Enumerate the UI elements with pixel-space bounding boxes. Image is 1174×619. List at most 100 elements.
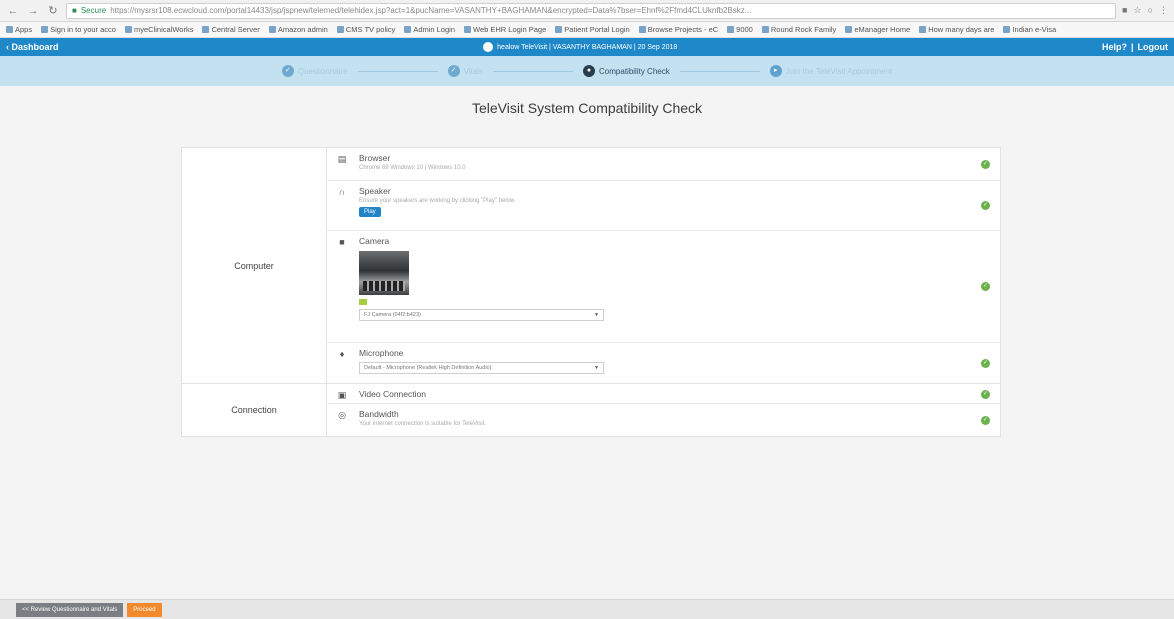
item-title: Bandwidth bbox=[359, 409, 399, 419]
dashboard-link[interactable]: ‹ Dashboard bbox=[6, 42, 59, 52]
reload-icon[interactable]: ↻ bbox=[46, 4, 60, 18]
step-label: Questionnaire bbox=[297, 66, 348, 76]
header-separator: | bbox=[1130, 42, 1134, 52]
bookmark-icon bbox=[202, 26, 210, 33]
bookmark-icon bbox=[268, 26, 276, 33]
menu-icon[interactable]: ⋮ bbox=[1159, 5, 1168, 16]
check-video-connection: ▣ Video Connection ✓ bbox=[327, 384, 1000, 404]
microphone-selected-value: Default - Microphone (Realtek High Defin… bbox=[364, 365, 492, 372]
bookmark-item[interactable]: Round Rock Family bbox=[761, 25, 836, 34]
bookmark-item[interactable]: Admin Login bbox=[404, 25, 455, 34]
bookmark-item[interactable]: Amazon admin bbox=[268, 25, 328, 34]
camera-icon: ■ bbox=[339, 236, 345, 247]
check-bandwidth: ◎ Bandwidth Your internet connection is … bbox=[327, 404, 1000, 436]
bookmark-icon bbox=[555, 26, 563, 33]
address-bar[interactable]: ■ Secure https://mysrsr108.ecwcloud.com/… bbox=[66, 2, 1117, 19]
microphone-select[interactable]: Default - Microphone (Realtek High Defin… bbox=[359, 362, 604, 375]
item-subtitle: Chrome 69 Windows 10 | Windows 10.0 bbox=[359, 165, 466, 171]
bookmarks-bar: Apps Sign in to your acco myeClinicalWor… bbox=[0, 22, 1174, 38]
microphone-icon: ♦ bbox=[339, 349, 345, 360]
bookmark-item[interactable]: Patient Portal Login bbox=[555, 25, 630, 34]
step-connector bbox=[493, 70, 574, 72]
check-speaker: ∩ Speaker Ensure your speakers are worki… bbox=[327, 181, 1000, 231]
bookmark-icon bbox=[727, 26, 735, 33]
visit-info: healow TeleVisit | VASANTHY BAGHAMAN | 2… bbox=[483, 42, 677, 52]
bandwidth-icon: ◎ bbox=[338, 410, 346, 420]
computer-group: Computer ▤ Browser Chrome 69 Windows 10 … bbox=[182, 148, 1000, 384]
bookmark-icon bbox=[336, 26, 344, 33]
bookmark-item[interactable]: 9000 bbox=[727, 25, 753, 34]
bookmark-icon bbox=[761, 26, 769, 33]
item-subtitle: Ensure your speakers are working by clic… bbox=[359, 197, 516, 204]
group-label-computer: Computer bbox=[182, 148, 327, 383]
bookmark-item[interactable]: CMS TV policy bbox=[336, 25, 395, 34]
bookmark-item[interactable]: Web EHR Login Page bbox=[464, 25, 546, 34]
bookmark-item[interactable]: Central Server bbox=[202, 25, 260, 34]
proceed-button[interactable]: Proceed bbox=[127, 602, 162, 617]
bookmark-icon bbox=[464, 26, 472, 33]
item-title: Video Connection bbox=[359, 389, 426, 399]
review-button[interactable]: << Review Questionnaire and Vitals bbox=[16, 602, 124, 617]
camera-preview bbox=[359, 250, 409, 295]
check-camera: ■ Camera FJ Camera (04f2:b423) ▼ ✓ bbox=[327, 231, 1000, 344]
step-label: Join the TeleVisit Appointment bbox=[785, 66, 893, 76]
dropdown-arrow-icon: ▼ bbox=[594, 311, 599, 318]
video-icon: ▸ bbox=[769, 65, 782, 77]
bookmark-item[interactable]: Apps bbox=[6, 25, 32, 34]
check-icon: ✓ bbox=[281, 65, 294, 77]
forward-arrow-icon[interactable]: → bbox=[26, 4, 40, 18]
step-compatibility-check[interactable]: ● Compatibility Check bbox=[583, 65, 670, 77]
lock-icon: ■ bbox=[72, 6, 77, 15]
bookmark-item[interactable]: Indian e-Visa bbox=[1003, 25, 1056, 34]
bookmark-item[interactable]: eManager Home bbox=[845, 25, 910, 34]
bookmark-item[interactable]: Sign in to your acco bbox=[41, 25, 116, 34]
browser-icon: ▤ bbox=[337, 154, 347, 164]
app-header: ‹ Dashboard healow TeleVisit | VASANTHY … bbox=[0, 38, 1174, 56]
visit-info-text: healow TeleVisit | VASANTHY BAGHAMAN | 2… bbox=[497, 43, 678, 51]
check-ok-icon: ✓ bbox=[981, 389, 990, 399]
check-icon: ✓ bbox=[447, 65, 460, 77]
back-arrow-icon[interactable]: ← bbox=[6, 4, 20, 18]
bookmark-item[interactable]: Browse Projects - eC bbox=[638, 25, 718, 34]
item-subtitle: Your internet connection is suitable for… bbox=[359, 421, 486, 427]
bookmark-icon bbox=[845, 26, 853, 33]
item-title: Microphone bbox=[359, 348, 404, 359]
bookmark-icon bbox=[919, 26, 927, 33]
bookmark-icon bbox=[41, 26, 49, 33]
star-icon[interactable]: ☆ bbox=[1133, 5, 1141, 16]
browser-toolbar: ← → ↻ ■ Secure https://mysrsr108.ecwclou… bbox=[0, 0, 1174, 22]
bookmark-icon bbox=[404, 26, 412, 33]
camera-select[interactable]: FJ Camera (04f2:b423) ▼ bbox=[359, 308, 604, 321]
camera-indicator-icon[interactable]: ■ bbox=[1122, 5, 1127, 16]
step-label: Compatibility Check bbox=[599, 66, 670, 76]
bookmark-item[interactable]: myeClinicalWorks bbox=[124, 25, 193, 34]
check-browser: ▤ Browser Chrome 69 Windows 10 | Windows… bbox=[327, 148, 1000, 181]
item-title: Speaker bbox=[359, 185, 391, 196]
gear-icon: ● bbox=[583, 65, 596, 77]
footer-bar: << Review Questionnaire and Vitals Proce… bbox=[0, 599, 1174, 619]
page-title: TeleVisit System Compatibility Check bbox=[471, 100, 703, 116]
camera-level-bar bbox=[359, 298, 367, 305]
help-link[interactable]: Help? bbox=[1102, 42, 1127, 52]
compatibility-panel: Computer ▤ Browser Chrome 69 Windows 10 … bbox=[181, 147, 1001, 437]
logout-link[interactable]: Logout bbox=[1138, 42, 1169, 52]
check-microphone: ♦ Microphone Default - Microphone (Realt… bbox=[327, 343, 1000, 383]
step-join-appointment[interactable]: ▸ Join the TeleVisit Appointment bbox=[769, 65, 893, 77]
extension-icon[interactable]: ○ bbox=[1148, 5, 1153, 16]
headphones-icon: ∩ bbox=[338, 186, 346, 197]
connection-group: Connection ▣ Video Connection ✓ ◎ Bandwi… bbox=[182, 384, 1000, 436]
item-title: Camera bbox=[359, 235, 390, 246]
bookmark-item[interactable]: How many days are bbox=[919, 25, 994, 34]
secure-label: Secure bbox=[80, 6, 107, 15]
camera-selected-value: FJ Camera (04f2:b423) bbox=[364, 311, 421, 318]
step-vitals[interactable]: ✓ Vitals bbox=[447, 65, 483, 77]
video-connection-icon: ▣ bbox=[337, 390, 347, 400]
step-connector bbox=[357, 70, 438, 72]
apps-icon bbox=[6, 26, 13, 33]
bookmark-icon bbox=[1003, 26, 1011, 33]
play-button[interactable]: Play bbox=[359, 206, 381, 217]
dropdown-arrow-icon: ▼ bbox=[594, 365, 599, 372]
check-ok-icon: ✓ bbox=[981, 159, 990, 169]
step-questionnaire[interactable]: ✓ Questionnaire bbox=[281, 65, 348, 77]
url-text: https://mysrsr108.ecwcloud.com/portal144… bbox=[110, 6, 752, 15]
